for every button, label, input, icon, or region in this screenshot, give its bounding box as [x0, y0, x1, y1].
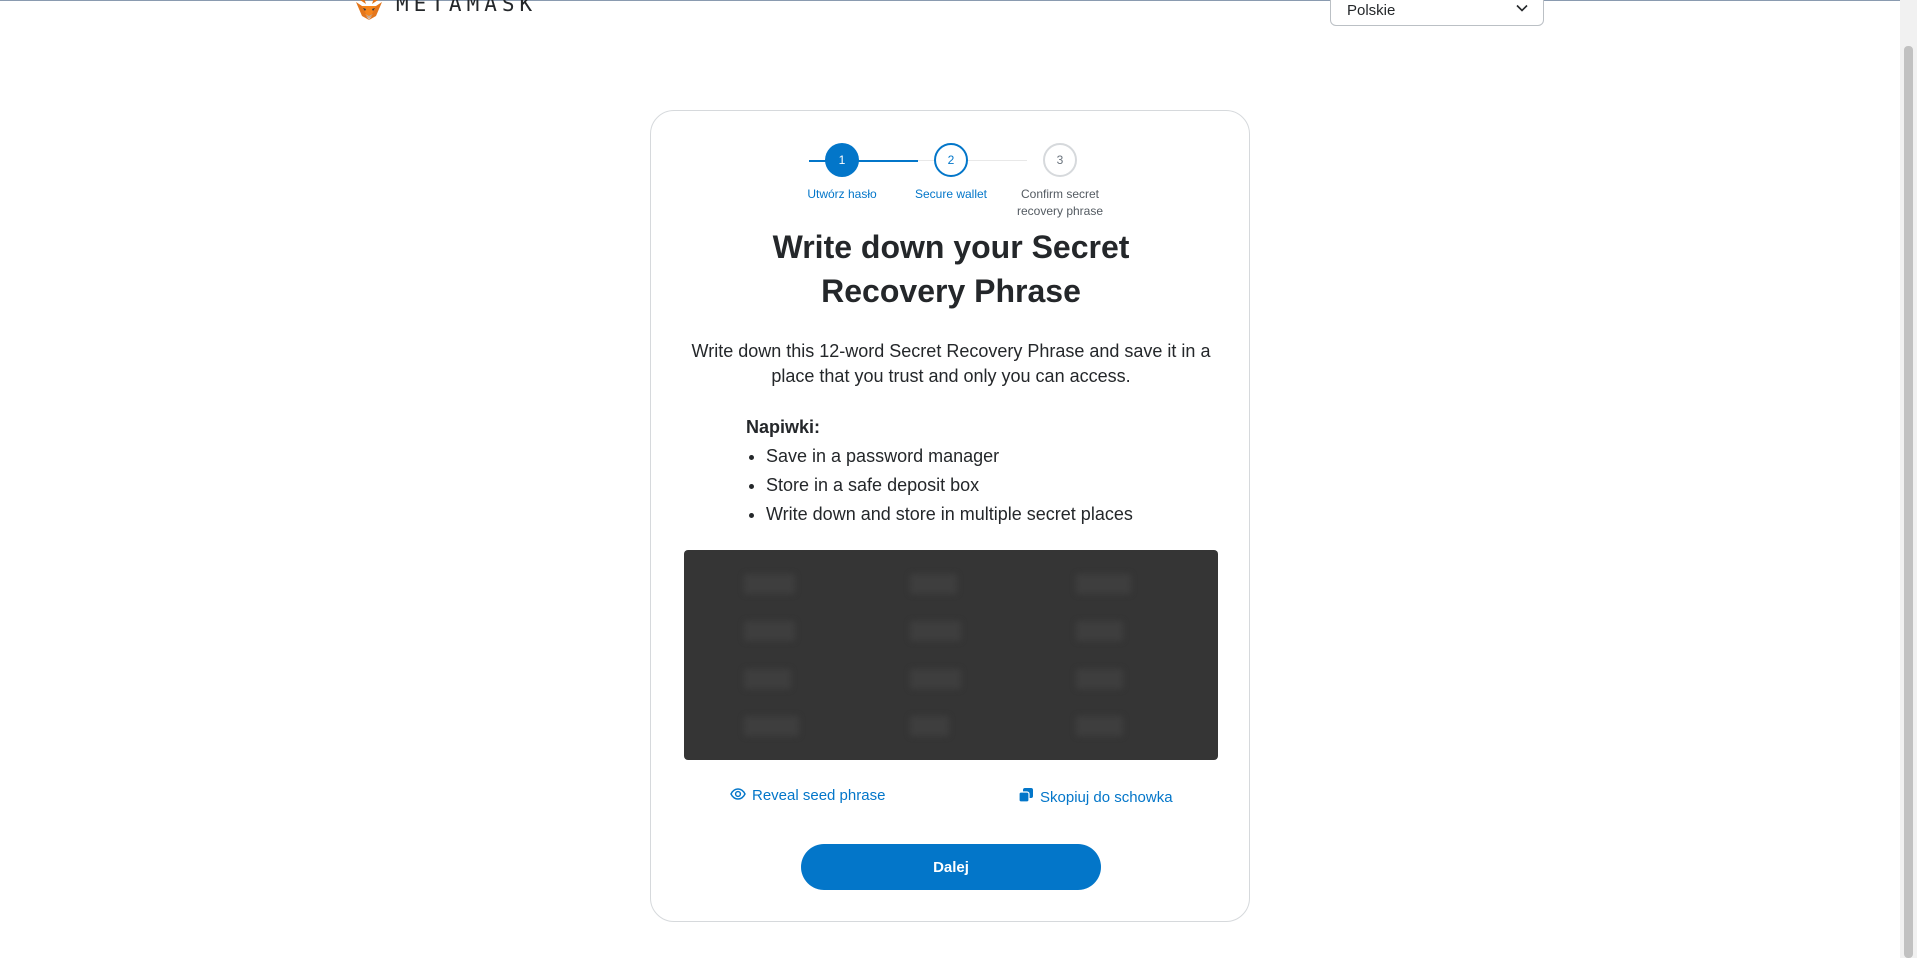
phrase-cell-placeholder	[868, 608, 1034, 656]
copy-to-clipboard-button[interactable]: Skopiuj do schowka	[1018, 787, 1173, 807]
phrase-cell-placeholder	[1034, 703, 1200, 751]
blurred-phrase-grid	[684, 550, 1218, 760]
page-description: Write down this 12-word Secret Recovery …	[691, 341, 1211, 386]
step-2-circle: 2	[934, 143, 968, 177]
scrollbar-thumb[interactable]	[1904, 46, 1913, 958]
tip-item: Store in a safe deposit box	[766, 471, 1206, 500]
tips-list: Save in a password manager Store in a sa…	[746, 442, 1206, 529]
page-title: Write down your Secret Recovery Phrase	[651, 225, 1251, 313]
tips-title: Napiwki:	[746, 417, 821, 437]
step-2-label: Secure wallet	[914, 187, 988, 201]
progress-stepper: 1 2 3 Utwórz hasło Secure wallet Confirm…	[651, 143, 1251, 223]
tip-item: Write down and store in multiple secret …	[766, 500, 1206, 529]
chevron-down-icon	[1515, 1, 1529, 19]
tip-item: Save in a password manager	[766, 442, 1206, 471]
copy-to-clipboard-label: Skopiuj do schowka	[1040, 788, 1173, 806]
phrase-cell-placeholder	[702, 608, 868, 656]
phrase-cell-placeholder	[868, 703, 1034, 751]
phrase-cell-placeholder	[702, 560, 868, 608]
page-scrollbar[interactable]	[1900, 0, 1917, 958]
reveal-seed-phrase-button[interactable]: Reveal seed phrase	[730, 787, 885, 804]
phrase-cell-placeholder	[702, 655, 868, 703]
language-select-value: Polskie	[1347, 1, 1396, 19]
phrase-cell-placeholder	[868, 655, 1034, 703]
phrase-cell-placeholder	[1034, 560, 1200, 608]
eye-icon	[730, 787, 746, 804]
tips-section: Napiwki: Save in a password manager Stor…	[746, 413, 1206, 529]
next-button[interactable]: Dalej	[801, 844, 1101, 890]
step-3-label: Confirm secret recovery phrase	[1016, 187, 1104, 218]
metamask-fox-icon	[352, 0, 386, 22]
header: METAMASK Polskie	[0, 0, 1900, 40]
phrase-cell-placeholder	[702, 703, 868, 751]
step-3-circle: 3	[1043, 143, 1077, 177]
phrase-cell-placeholder	[868, 560, 1034, 608]
copy-icon	[1018, 787, 1034, 807]
phrase-cell-placeholder	[1034, 608, 1200, 656]
secret-phrase-box[interactable]	[684, 550, 1218, 760]
page-title-text: Write down your Secret Recovery Phrase	[772, 229, 1130, 309]
metamask-wordmark: METAMASK	[396, 0, 538, 16]
onboarding-card: 1 2 3 Utwórz hasło Secure wallet Confirm…	[650, 110, 1250, 922]
phrase-cell-placeholder	[1034, 655, 1200, 703]
phrase-actions: Reveal seed phrase Skopiuj do schowka	[651, 787, 1251, 807]
reveal-seed-phrase-label: Reveal seed phrase	[752, 787, 886, 804]
step-1-label: Utwórz hasło	[807, 187, 877, 201]
step-1-circle: 1	[825, 143, 859, 177]
language-select[interactable]: Polskie	[1330, 0, 1544, 26]
metamask-logo: METAMASK	[352, 0, 537, 22]
